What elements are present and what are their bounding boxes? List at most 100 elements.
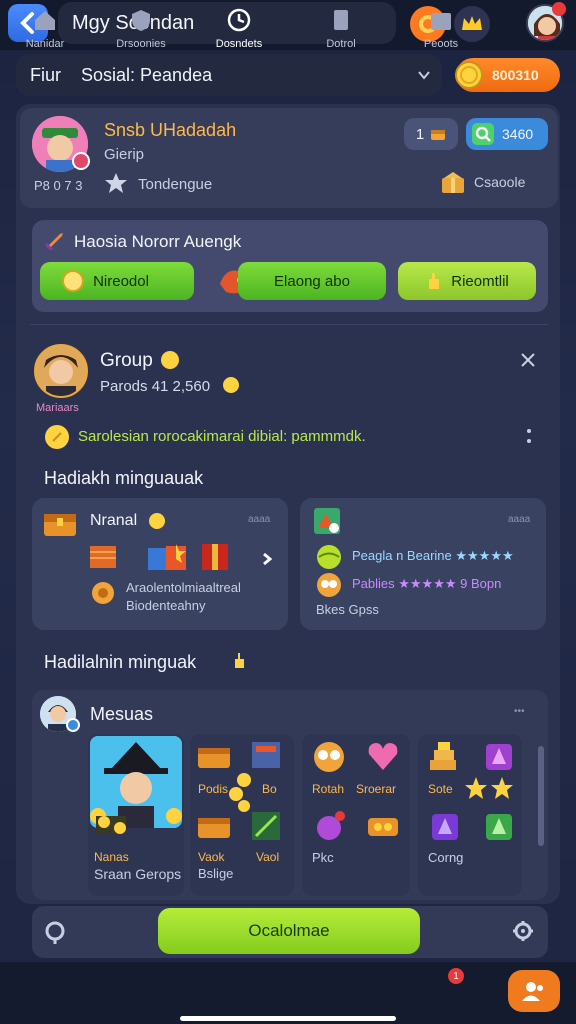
- users-icon: [522, 982, 543, 1001]
- profile-tag: Tondengue: [138, 176, 213, 193]
- member-2-d: Vaol: [256, 850, 280, 864]
- section-title-1: Hadiakh minguauak: [44, 468, 204, 488]
- nav-label-inbox: Peoots: [423, 38, 459, 50]
- inbox-icon: [431, 13, 451, 30]
- coin-value: 800310: [492, 67, 539, 83]
- quest-button-3-label: Rieomtlil: [451, 272, 509, 290]
- left-card-tag: aaaa: [248, 514, 271, 525]
- right-card-row2: Pablies ★★★★★ 9 Bopn: [352, 576, 502, 591]
- nav-label-clock: Dosndets: [215, 38, 263, 50]
- nav-item-inbox[interactable]: Peoots: [396, 8, 486, 58]
- scroll-icon: [368, 818, 398, 836]
- violet-gem-icon: [432, 814, 458, 840]
- owl-icon: [317, 573, 341, 597]
- scrollbar[interactable]: [538, 746, 544, 846]
- location-icon[interactable]: [44, 920, 66, 944]
- badge-pill[interactable]: 3460: [466, 118, 548, 150]
- member-2-b: Bo: [262, 782, 277, 796]
- hand-icon: [235, 653, 244, 668]
- card-icon: [334, 10, 348, 30]
- left-card-title: Nranal: [90, 512, 138, 529]
- coin-icon: [223, 377, 239, 393]
- member-1-a: Nanas: [94, 850, 129, 864]
- right-card-tag: aaaa: [508, 514, 531, 525]
- inbox-badge-count: 1: [453, 970, 459, 982]
- gold-stack-icon: [430, 742, 456, 770]
- quest-button-1[interactable]: Nireodol: [40, 262, 194, 300]
- inbox-badge: 1: [448, 968, 464, 984]
- profile-right-label: Csaoole: [474, 174, 526, 190]
- hand-icon: [429, 273, 440, 289]
- nav-item-shield[interactable]: Drsoonies: [96, 8, 186, 58]
- right-card-foot: Bkes Gpss: [316, 602, 379, 617]
- group-avatar-label: Mariaars: [36, 402, 79, 414]
- member-2-e: Bslige: [198, 866, 234, 881]
- purple-gem-icon: [486, 744, 512, 770]
- owl-icon: [314, 742, 344, 772]
- primary-action-label: Ocalolmae: [248, 921, 330, 940]
- member-3-c: Pkc: [312, 850, 334, 865]
- badge-value: 3460: [502, 126, 534, 142]
- ball-icon: [317, 545, 341, 569]
- chevron-down-icon: [418, 71, 430, 80]
- filter-bar[interactable]: Fiur Sosial: Peandea: [16, 54, 442, 96]
- group-avatar[interactable]: [34, 344, 88, 398]
- gift-icon: [442, 172, 464, 193]
- chevron-right-icon[interactable]: [262, 552, 272, 566]
- level-pill[interactable]: 1: [404, 118, 458, 150]
- quest-title: Haosia Nororr Auengk: [74, 232, 242, 251]
- crate-icon: [202, 544, 228, 570]
- panel-icon: [252, 742, 280, 768]
- profile-id: P8 0 7 3: [34, 178, 83, 193]
- members-dots: •••: [514, 706, 525, 717]
- green-gem-icon: [486, 814, 512, 840]
- nav-item-home[interactable]: Nanidar: [0, 8, 90, 58]
- level-value: 1: [415, 125, 425, 143]
- nav-item-clock[interactable]: Dosndets: [194, 8, 284, 58]
- coin-balance[interactable]: 800310: [455, 58, 560, 92]
- box-icon: [90, 546, 116, 568]
- members-title: Mesuas: [90, 704, 154, 724]
- member-1-b: Sraan Gerops: [94, 866, 182, 882]
- nav-label-card: Dotrol: [326, 38, 356, 50]
- active-nav-indicator: [180, 1016, 396, 1021]
- profile-sub: Gierip: [104, 146, 145, 163]
- coin-icon: [62, 270, 85, 292]
- nav-label-home: Nanidar: [25, 38, 65, 50]
- group-message: Sarolesian rorocakimarai dibial: pammmdk…: [78, 428, 366, 445]
- heart-gem-icon: [368, 743, 398, 770]
- profile-fab[interactable]: [508, 970, 560, 1012]
- chest-icon: [198, 748, 230, 768]
- search-icon: [472, 123, 494, 145]
- member-4-b: Corng: [428, 850, 464, 865]
- quest-button-3[interactable]: Rieomtlil: [398, 262, 536, 300]
- section-title-2: Hadilalnin minguak: [44, 652, 197, 672]
- left-card-line2: Biodenteahny: [126, 598, 206, 613]
- close-icon[interactable]: [520, 352, 536, 368]
- group-divider: [30, 324, 548, 325]
- filter-label: Sosial: Peandea: [81, 64, 213, 85]
- sword-icon: [44, 233, 63, 250]
- star-icon: [465, 777, 513, 799]
- sword-crate-icon: [252, 812, 280, 840]
- members-avatar-badge: [66, 718, 80, 732]
- gear-icon[interactable]: [512, 920, 534, 942]
- heart-badge-icon: [72, 152, 90, 170]
- potion-icon: [317, 811, 345, 840]
- coin-trail-icon: [229, 773, 251, 812]
- filter-prefix: Fiur: [30, 64, 61, 85]
- group-title: Group: [100, 350, 153, 371]
- member-3-a: Rotah: [312, 782, 345, 796]
- member-2-c: Vaok: [198, 850, 225, 864]
- coin-icon: [45, 425, 69, 449]
- primary-action-button[interactable]: Ocalolmae: [158, 908, 420, 954]
- quest-button-2[interactable]: Elaong abo: [238, 262, 386, 300]
- bottom-nav: [0, 962, 576, 1024]
- coin-icon: [149, 513, 165, 529]
- nav-item-card[interactable]: Dotrol: [296, 8, 386, 58]
- member-2-a: Podis: [198, 782, 229, 796]
- quest-button-1-label: Nireodol: [93, 272, 149, 290]
- more-vertical-icon[interactable]: [526, 428, 532, 444]
- map-icon: [314, 508, 340, 534]
- member-3-b: Sroerar: [356, 782, 397, 796]
